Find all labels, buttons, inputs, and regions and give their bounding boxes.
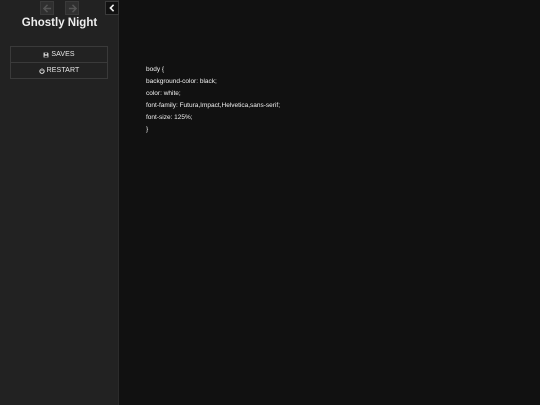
- saves-button[interactable]: SAVES: [11, 47, 107, 62]
- story-menu: SAVES RESTART: [10, 46, 108, 79]
- chevron-left-icon: [108, 0, 116, 17]
- history-forward-button[interactable]: [65, 1, 79, 15]
- ui-bar: Ghostly Night SAVES RESTART: [0, 0, 119, 405]
- app: Ghostly Night SAVES RESTART body {backg…: [0, 0, 540, 405]
- passage-line: background-color: black;: [146, 78, 217, 85]
- passage-text: body { background-color: black; color: w…: [146, 64, 280, 136]
- passage-line: }: [146, 126, 149, 133]
- passage-line: body {: [146, 66, 165, 73]
- passage-line: font-size: 125%;: [146, 114, 193, 121]
- passage-line: font-family: Futura,Impact,Helvetica,san…: [146, 102, 281, 109]
- story-title: Ghostly Night: [21, 17, 98, 29]
- history-back-button[interactable]: [40, 1, 54, 15]
- power-icon: [38, 67, 45, 74]
- passage-line: color: white;: [146, 90, 181, 97]
- restart-button[interactable]: RESTART: [11, 62, 107, 78]
- restart-label: RESTART: [46, 67, 80, 74]
- sidebar-toggle-button[interactable]: [105, 1, 119, 15]
- saves-label: SAVES: [51, 51, 75, 58]
- arrow-left-icon: [42, 3, 52, 13]
- arrow-right-icon: [68, 3, 77, 13]
- floppy-disk-icon: [43, 52, 49, 58]
